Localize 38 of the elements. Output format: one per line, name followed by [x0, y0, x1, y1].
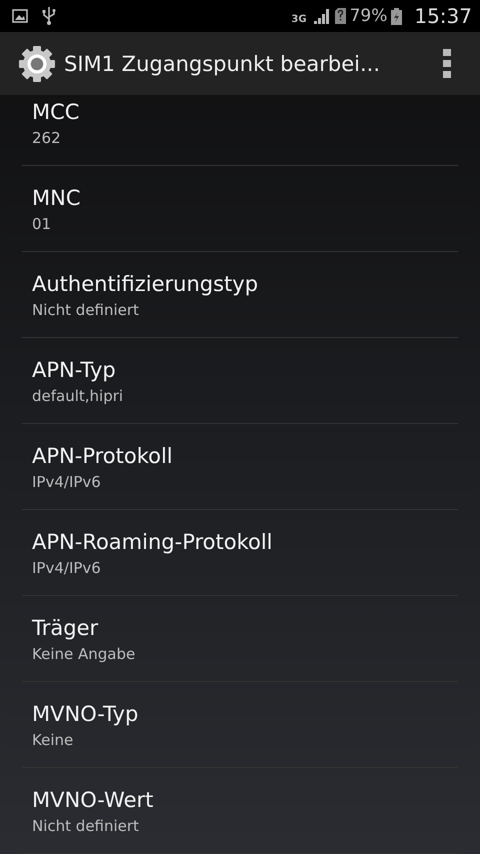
clock: 15:37 [414, 4, 472, 28]
settings-item[interactable]: Authentifizierungstyp Nicht definiert [22, 252, 458, 338]
network-type: 3G [291, 14, 307, 24]
setting-title: Träger [32, 615, 98, 641]
setting-value: 262 [32, 128, 61, 148]
setting-value: IPv4/IPv6 [32, 558, 101, 578]
battery-percent: 79% [350, 6, 388, 26]
setting-value: 01 [32, 214, 52, 234]
setting-value: IPv4/IPv6 [32, 472, 101, 492]
settings-item[interactable]: APN-Typ default,hipri [22, 338, 458, 424]
setting-value: Keine [32, 730, 74, 750]
battery-charging-icon [391, 8, 402, 24]
settings-item[interactable]: MVNO-Wert Nicht definiert [22, 768, 458, 854]
setting-value: Nicht definiert [32, 300, 139, 320]
setting-value: default,hipri [32, 386, 124, 406]
setting-title: MNC [32, 185, 80, 211]
signal-icon [312, 8, 331, 24]
settings-item[interactable]: MNC 01 [22, 166, 458, 252]
setting-title: MVNO-Wert [32, 787, 154, 813]
setting-title: Authentifizierungstyp [32, 271, 258, 297]
settings-item[interactable]: Träger Keine Angabe [22, 596, 458, 682]
sim-icon [334, 8, 346, 24]
screen-title: SIM1 Zugangspunkt bearbei... [64, 52, 382, 76]
usb-icon [42, 6, 56, 26]
setting-title: MCC [32, 99, 80, 125]
setting-title: APN-Protokoll [32, 443, 173, 469]
setting-title: APN-Roaming-Protokoll [32, 529, 273, 555]
setting-title: MVNO-Typ [32, 701, 138, 727]
settings-item[interactable]: MVNO-Typ Keine [22, 682, 458, 768]
settings-item[interactable]: APN-Roaming-Protokoll IPv4/IPv6 [22, 510, 458, 596]
picture-icon [12, 9, 28, 23]
setting-title: APN-Typ [32, 357, 116, 383]
settings-icon[interactable] [18, 44, 56, 82]
setting-value: Keine Angabe [32, 644, 136, 664]
overflow-menu-icon[interactable] [442, 48, 452, 78]
settings-item[interactable]: APN-Protokoll IPv4/IPv6 [22, 424, 458, 510]
setting-value: Nicht definiert [32, 816, 139, 836]
settings-item[interactable]: MCC 262 [22, 96, 458, 166]
